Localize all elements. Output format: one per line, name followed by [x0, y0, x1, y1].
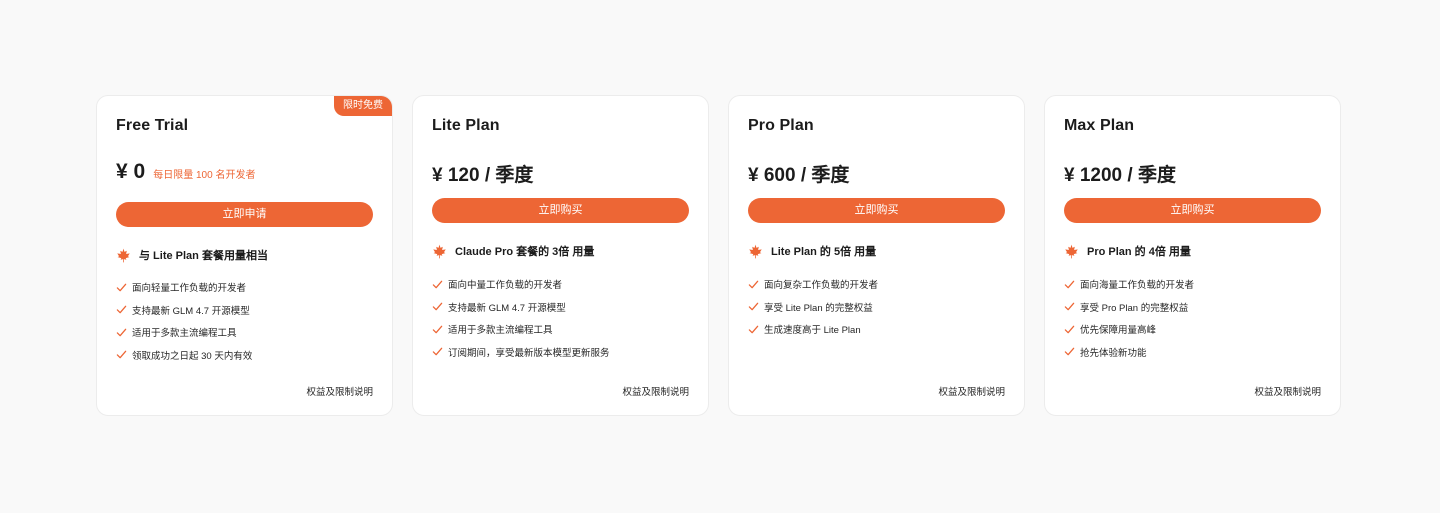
check-icon — [116, 283, 127, 292]
maple-leaf-icon — [749, 244, 762, 258]
maple-leaf-icon — [1065, 244, 1078, 258]
feature-item: 面向海量工作负载的开发者 — [1064, 273, 1194, 296]
feature-item: 订阅期间，享受最新版本模型更新服务 — [432, 341, 610, 364]
check-icon — [432, 325, 443, 334]
check-icon — [748, 325, 759, 334]
feature-list: 面向海量工作负载的开发者 享受 Pro Plan 的完整权益 优先保障用量高峰 … — [1064, 273, 1194, 363]
feature-item: 支持最新 GLM 4.7 开源模型 — [432, 296, 610, 319]
plan-name: Free Trial — [116, 117, 189, 134]
plan-card-free-trial: 限时免费 Free Trial ¥ 0 每日限量 100 名开发者 立即申请 与… — [96, 95, 393, 416]
check-icon — [1064, 325, 1075, 334]
feature-item: 面向复杂工作负载的开发者 — [748, 273, 878, 296]
check-icon — [116, 305, 127, 314]
highlight-text: Pro Plan 的 4倍 用量 — [1087, 246, 1191, 258]
plan-card-pro: Pro Plan ¥ 600 / 季度 立即购买 Lite Plan 的 5倍 … — [728, 95, 1025, 416]
plan-name: Max Plan — [1064, 117, 1135, 134]
check-icon — [432, 302, 443, 311]
check-icon — [1064, 347, 1075, 356]
highlight-text: Claude Pro 套餐的 3倍 用量 — [455, 246, 595, 258]
highlight-text: 与 Lite Plan 套餐用量相当 — [139, 250, 268, 262]
plan-highlight: Lite Plan 的 5倍 用量 — [748, 243, 876, 259]
plan-name: Lite Plan — [432, 117, 500, 134]
feature-text: 生成速度高于 Lite Plan — [764, 325, 861, 337]
feature-text: 享受 Pro Plan 的完整权益 — [1080, 302, 1189, 314]
price-row: ¥ 0 每日限量 100 名开发者 — [116, 160, 255, 184]
buy-now-button[interactable]: 立即购买 — [432, 198, 689, 223]
feature-text: 面向海量工作负载的开发者 — [1080, 280, 1195, 292]
plan-name: Pro Plan — [748, 117, 814, 134]
feature-item: 生成速度高于 Lite Plan — [748, 318, 878, 341]
apply-now-button[interactable]: 立即申请 — [116, 202, 373, 227]
plan-card-lite: Lite Plan ¥ 120 / 季度 立即购买 Claude Pro 套餐的… — [412, 95, 709, 416]
plan-card-max: Max Plan ¥ 1200 / 季度 立即购买 Pro Plan 的 4倍 … — [1044, 95, 1341, 416]
feature-item: 享受 Pro Plan 的完整权益 — [1064, 296, 1194, 319]
feature-item: 领取成功之日起 30 天内有效 — [116, 344, 252, 367]
terms-link[interactable]: 权益及限制说明 — [938, 384, 1005, 398]
plan-price: ¥ 600 / 季度 — [748, 165, 850, 186]
plan-price: ¥ 1200 / 季度 — [1064, 165, 1176, 186]
plan-highlight: Claude Pro 套餐的 3倍 用量 — [432, 243, 594, 259]
feature-item: 抢先体验新功能 — [1064, 341, 1194, 364]
check-icon — [1064, 280, 1075, 289]
check-icon — [748, 280, 759, 289]
feature-text: 支持最新 GLM 4.7 开源模型 — [448, 302, 566, 314]
feature-text: 优先保障用量高峰 — [1080, 325, 1157, 337]
feature-text: 享受 Lite Plan 的完整权益 — [764, 302, 873, 314]
feature-text: 适用于多款主流编程工具 — [448, 325, 553, 337]
feature-item: 享受 Lite Plan 的完整权益 — [748, 296, 878, 319]
feature-item: 适用于多款主流编程工具 — [116, 321, 252, 344]
plan-price: ¥ 120 / 季度 — [432, 165, 534, 186]
feature-text: 订阅期间，享受最新版本模型更新服务 — [448, 347, 610, 359]
price-row: ¥ 600 / 季度 — [748, 160, 849, 187]
feature-text: 支持最新 GLM 4.7 开源模型 — [132, 305, 250, 317]
check-icon — [116, 328, 127, 337]
buy-now-button[interactable]: 立即购买 — [748, 198, 1005, 223]
feature-text: 抢先体验新功能 — [1080, 347, 1147, 359]
check-icon — [432, 347, 443, 356]
feature-text: 适用于多款主流编程工具 — [132, 328, 237, 340]
feature-item: 面向中量工作负载的开发者 — [432, 273, 610, 296]
feature-list: 面向中量工作负载的开发者 支持最新 GLM 4.7 开源模型 适用于多款主流编程… — [432, 273, 610, 363]
buy-now-button[interactable]: 立即购买 — [1064, 198, 1321, 223]
feature-item: 优先保障用量高峰 — [1064, 318, 1194, 341]
feature-item: 适用于多款主流编程工具 — [432, 318, 610, 341]
plan-highlight: Pro Plan 的 4倍 用量 — [1064, 243, 1191, 259]
feature-text: 面向轻量工作负载的开发者 — [132, 283, 247, 295]
terms-link[interactable]: 权益及限制说明 — [1254, 384, 1321, 398]
feature-text: 领取成功之日起 30 天内有效 — [132, 350, 253, 362]
feature-list: 面向轻量工作负载的开发者 支持最新 GLM 4.7 开源模型 适用于多款主流编程… — [116, 276, 252, 366]
feature-text: 面向复杂工作负载的开发者 — [764, 280, 879, 292]
price-note: 每日限量 100 名开发者 — [153, 170, 256, 181]
maple-leaf-icon — [433, 244, 446, 258]
highlight-text: Lite Plan 的 5倍 用量 — [771, 246, 877, 258]
price-row: ¥ 1200 / 季度 — [1064, 160, 1176, 187]
check-icon — [1064, 302, 1075, 311]
feature-text: 面向中量工作负载的开发者 — [448, 280, 563, 292]
price-row: ¥ 120 / 季度 — [432, 160, 533, 187]
feature-list: 面向复杂工作负载的开发者 享受 Lite Plan 的完整权益 生成速度高于 L… — [748, 273, 878, 341]
plan-price: ¥ 0 — [116, 160, 146, 183]
plan-highlight: 与 Lite Plan 套餐用量相当 — [116, 247, 268, 263]
maple-leaf-icon — [117, 248, 130, 262]
pricing-cards: 限时免费 Free Trial ¥ 0 每日限量 100 名开发者 立即申请 与… — [96, 95, 1341, 416]
limited-free-badge: 限时免费 — [334, 96, 392, 116]
terms-link[interactable]: 权益及限制说明 — [622, 384, 689, 398]
check-icon — [432, 280, 443, 289]
check-icon — [116, 350, 127, 359]
feature-item: 支持最新 GLM 4.7 开源模型 — [116, 299, 252, 322]
feature-item: 面向轻量工作负载的开发者 — [116, 276, 252, 299]
check-icon — [748, 302, 759, 311]
terms-link[interactable]: 权益及限制说明 — [306, 384, 373, 398]
